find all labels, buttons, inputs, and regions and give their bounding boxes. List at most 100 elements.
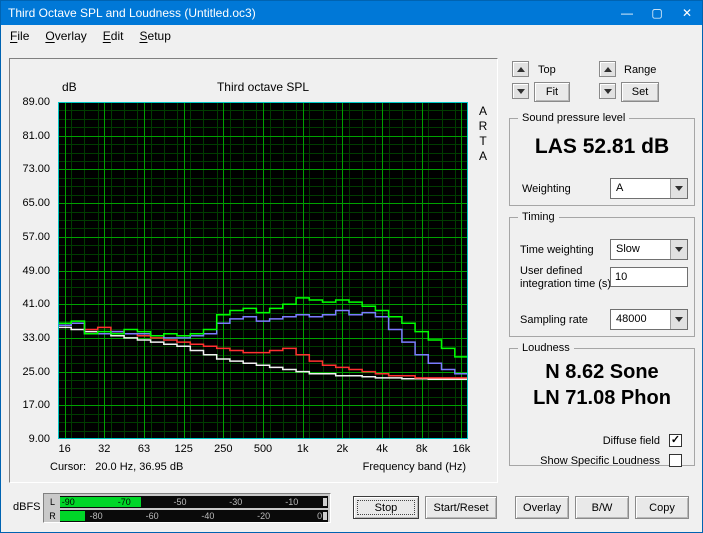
x-axis-tick: 4k [376, 443, 388, 455]
diffuse-field-label: Diffuse field [602, 435, 660, 447]
y-axis-tick: 49.00 [22, 264, 50, 277]
minimize-button[interactable]: — [612, 1, 642, 25]
set-button[interactable]: Set [621, 82, 659, 102]
x-axis-tick: 1k [296, 443, 309, 455]
meter-bar [60, 511, 86, 521]
weighting-label: Weighting [522, 183, 571, 195]
y-axis-tick: 9.00 [28, 433, 50, 445]
meter-tick: -80 [89, 511, 103, 521]
menu-item-overlay[interactable]: Overlay [37, 27, 94, 45]
menu-item-setup[interactable]: Setup [131, 27, 178, 45]
cursor-readout: Cursor: 20.0 Hz, 36.95 dB [50, 461, 184, 473]
level-meter-l: -90 -70 -50 -30 -10 [60, 496, 328, 508]
fit-button[interactable]: Fit [534, 82, 570, 102]
x-axis-tick: 16 [58, 443, 71, 455]
range-up-button[interactable] [599, 61, 616, 77]
time-weighting-value: Slow [616, 243, 640, 255]
loudness-sone-value: N 8.62 Sone [545, 361, 659, 383]
meter-tick: -10 [285, 497, 299, 507]
show-specific-loudness-checkbox[interactable] [669, 454, 682, 467]
show-specific-loudness-label: Show Specific Loudness [540, 455, 660, 467]
start-reset-button[interactable]: Start/Reset [425, 496, 497, 519]
overlay-button[interactable]: Overlay [515, 496, 569, 519]
y-axis-tick: 57.00 [22, 230, 50, 243]
menu-item-edit[interactable]: Edit [95, 27, 132, 45]
y-axis-tick: 81.00 [22, 129, 50, 142]
y-axis-tick: 73.00 [22, 163, 50, 176]
set-button-label: Set [631, 86, 649, 98]
integration-label-line2: integration time (s) [520, 278, 612, 290]
title-bar[interactable]: Third Octave SPL and Loudness (Untitled.… [1, 1, 702, 25]
sampling-rate-value: 48000 [616, 313, 647, 325]
y-axis-tick: 17.00 [22, 399, 50, 412]
loudness-group: Loudness N 8.62 Sone LN 71.08 Phon Diffu… [509, 342, 695, 467]
close-button[interactable]: ✕ [672, 1, 702, 25]
top-up-button[interactable] [512, 61, 529, 77]
overlay-button-label: Overlay [523, 501, 561, 514]
top-down-button[interactable] [512, 83, 529, 99]
level-meter-r: -80 -60 -40 -20 0 [60, 510, 328, 522]
copy-button[interactable]: Copy [635, 496, 689, 519]
integration-label-line1: User defined [520, 265, 583, 277]
spl-group-title: Sound pressure level [518, 112, 630, 124]
maximize-icon: ▢ [651, 6, 663, 20]
combo-dropdown-button[interactable] [670, 240, 687, 259]
app-window: Third Octave SPL and Loudness (Untitled.… [0, 0, 703, 533]
diffuse-field-checkbox[interactable]: ✓ [669, 434, 682, 447]
x-axis-tick: 16k [452, 443, 471, 455]
weighting-combo[interactable]: A [610, 178, 688, 199]
meter-tick: 0 [317, 511, 323, 521]
y-axis-tick: 41.00 [22, 298, 50, 311]
meter-tick: -30 [229, 497, 243, 507]
window-controls: — ▢ ✕ [612, 1, 702, 25]
minimize-icon: — [621, 6, 633, 20]
meter-tick: -40 [201, 511, 215, 521]
x-axis-title: Frequency band (Hz) [362, 461, 466, 473]
start-reset-button-label: Start/Reset [433, 501, 489, 514]
combo-dropdown-button[interactable] [670, 310, 687, 329]
arta-watermark-letter: R [478, 119, 488, 133]
x-axis-tick: 250 [214, 443, 233, 455]
meter-tick: -60 [145, 511, 159, 521]
spl-plot-area[interactable] [58, 102, 468, 439]
x-axis-tick: 500 [253, 443, 273, 455]
arta-watermark: ARTA [472, 104, 494, 164]
maximize-button[interactable]: ▢ [642, 1, 672, 25]
meter-endcap [323, 498, 327, 506]
arta-watermark-letter: A [478, 149, 487, 163]
sampling-rate-combo[interactable]: 48000 [610, 309, 688, 330]
down-arrow-icon [603, 88, 612, 98]
chart-panel: dB Third octave SPL 89.00 81.00 73.00 65.00… [9, 58, 498, 483]
down-arrow-icon [516, 88, 525, 98]
spl-value: LAS 52.81 dB [534, 135, 670, 158]
x-axis-tick: 8k [415, 443, 428, 455]
y-axis-tick: 65.00 [22, 197, 50, 210]
x-axis-tick: 63 [137, 443, 151, 455]
chevron-down-icon [675, 247, 683, 256]
time-weighting-combo[interactable]: Slow [610, 239, 688, 260]
meter-channel-label: R [49, 511, 56, 521]
plot-title: Third octave SPL [216, 80, 310, 94]
y-axis-tick: 33.00 [22, 331, 50, 344]
chevron-down-icon [675, 317, 683, 326]
meter-channel-label: L [49, 497, 55, 507]
timing-group: Timing Time weighting Slow User defined … [509, 211, 695, 337]
arta-watermark-letter: T [479, 134, 487, 148]
bw-button-label: B/W [591, 501, 613, 514]
chevron-down-icon [675, 186, 683, 195]
stop-button[interactable]: Stop [353, 496, 419, 519]
spl-group: Sound pressure level LAS 52.81 dB Weight… [509, 112, 695, 206]
combo-dropdown-button[interactable] [670, 179, 687, 198]
menu-item-file[interactable]: File [2, 27, 37, 45]
time-weighting-label: Time weighting [520, 244, 594, 256]
range-down-button[interactable] [599, 83, 616, 99]
x-axis-tick: 2k [336, 443, 349, 455]
bw-button[interactable]: B/W [575, 496, 629, 519]
y-axis-tick: 89.00 [22, 96, 50, 108]
arta-watermark-letter: A [478, 104, 487, 118]
up-arrow-icon [603, 63, 612, 72]
dbfs-label: dBFS [13, 501, 41, 513]
integration-time-input[interactable] [610, 267, 688, 287]
loudness-group-title: Loudness [518, 342, 574, 354]
loudness-phon-value: LN 71.08 Phon [533, 387, 671, 409]
